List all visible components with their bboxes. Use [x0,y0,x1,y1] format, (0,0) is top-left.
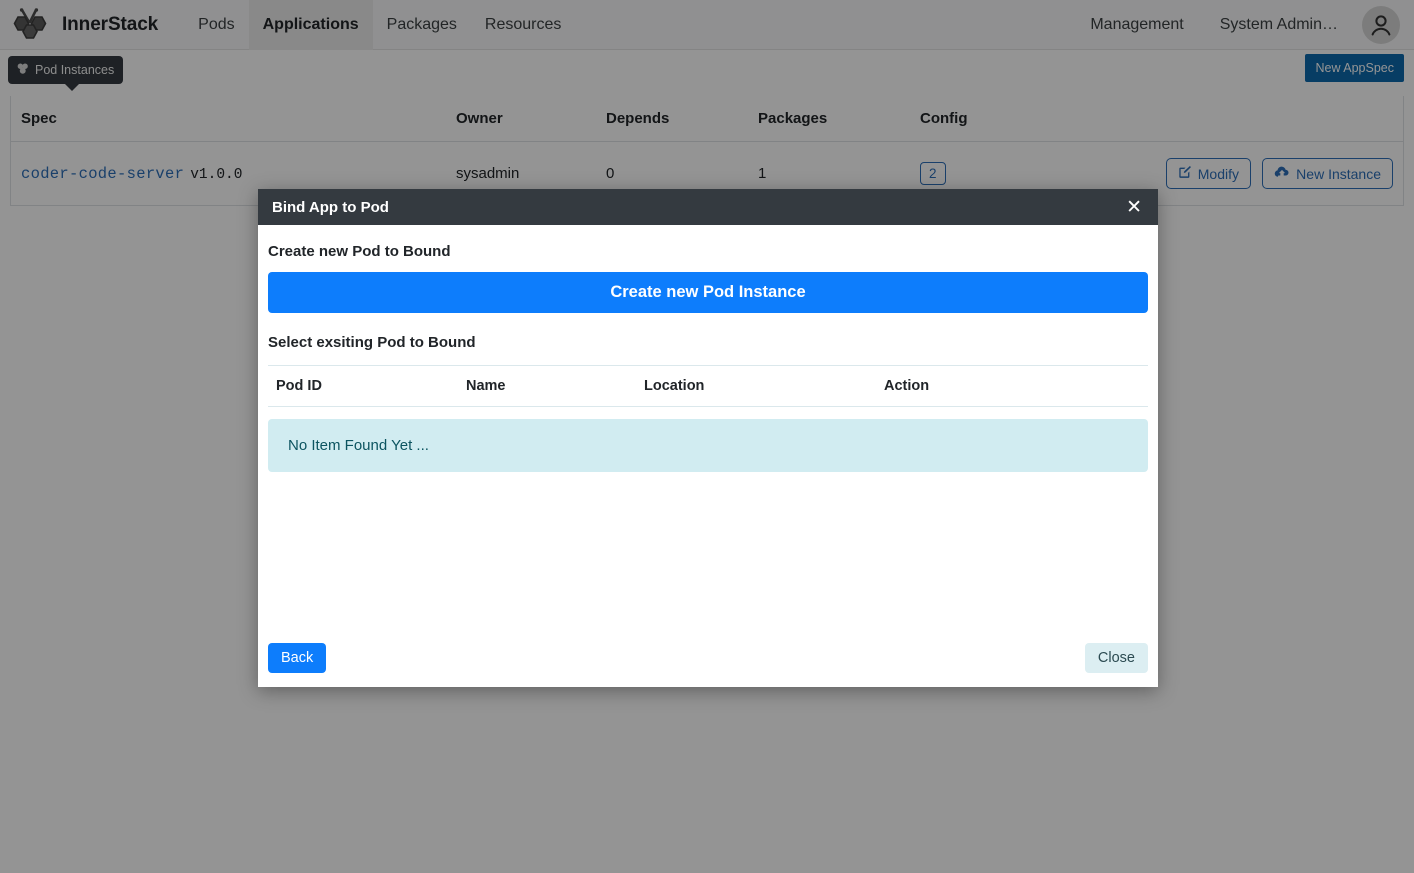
column-header-pod-location: Location [636,365,876,407]
empty-state-message: No Item Found Yet ... [268,419,1148,472]
create-new-pod-instance-button[interactable]: Create new Pod Instance [268,272,1148,313]
pod-table-head: Pod ID Name Location Action [268,365,1148,407]
back-button[interactable]: Back [268,643,327,673]
pod-table: Pod ID Name Location Action [268,365,1148,407]
modal-body: Create new Pod to Bound Create new Pod I… [258,225,1158,633]
create-section-label: Create new Pod to Bound [268,243,451,260]
column-header-pod-action: Action [876,365,1148,407]
modal-header: Bind App to Pod ✕ [258,189,1158,225]
column-header-pod-id: Pod ID [268,365,458,407]
modal-title: Bind App to Pod [272,198,389,216]
select-section-label: Select exsiting Pod to Bound [268,334,476,351]
bind-app-to-pod-modal: Bind App to Pod ✕ Create new Pod to Boun… [258,189,1158,687]
modal-footer: Back Close [258,633,1158,687]
column-header-pod-name: Name [458,365,636,407]
close-button[interactable]: Close [1084,643,1148,673]
pod-header-row: Pod ID Name Location Action [268,365,1148,407]
close-icon[interactable]: ✕ [1124,198,1144,217]
